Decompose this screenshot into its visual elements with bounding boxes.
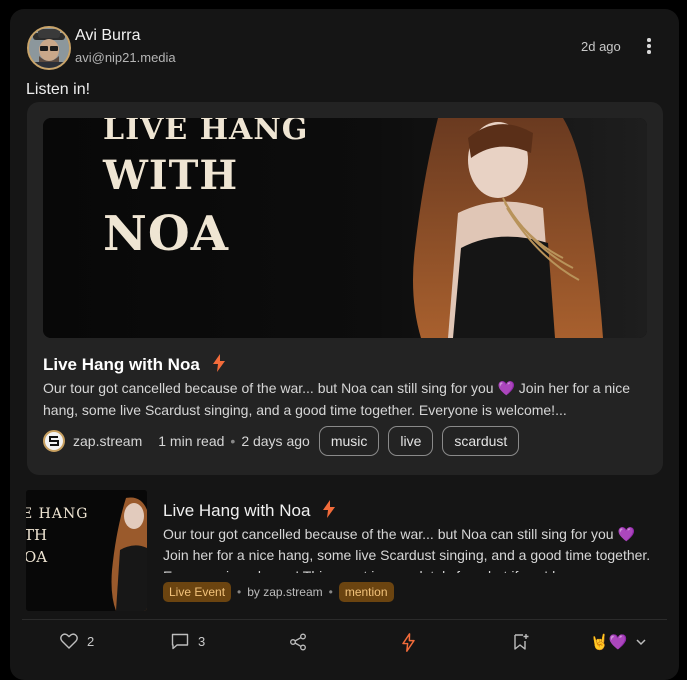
meta-separator-dot: • bbox=[237, 585, 242, 599]
comment-button[interactable]: 3 bbox=[171, 633, 205, 650]
mention-badge: mention bbox=[338, 582, 394, 602]
like-count: 2 bbox=[87, 633, 95, 649]
thumb-text-line-3: OA bbox=[26, 548, 48, 566]
hero-text-line-1: LIVE HANG bbox=[103, 118, 309, 147]
meta-separator-dot: • bbox=[230, 433, 236, 449]
zap-stream-logo-icon bbox=[43, 430, 65, 452]
event-description: Our tour got cancelled because of the wa… bbox=[163, 526, 651, 573]
bookmark-add-icon bbox=[514, 634, 529, 650]
share-icon bbox=[290, 633, 306, 651]
reaction-emojis: 🤘💜 bbox=[590, 634, 628, 651]
comment-icon bbox=[171, 633, 189, 650]
live-event-badge: Live Event bbox=[163, 582, 232, 602]
reactions-button[interactable]: 🤘💜 bbox=[590, 633, 646, 651]
author-avatar[interactable] bbox=[27, 26, 71, 70]
avatar-image bbox=[29, 28, 69, 68]
event-title[interactable]: Live Hang with Noa bbox=[163, 500, 336, 523]
hero-text-line-2: WITH bbox=[103, 152, 239, 199]
share-button[interactable] bbox=[289, 633, 307, 651]
zap-button[interactable] bbox=[402, 633, 415, 652]
embed-source[interactable]: zap.stream bbox=[73, 433, 142, 449]
bookmark-button[interactable] bbox=[513, 633, 530, 651]
embed-title[interactable]: Live Hang with Noa bbox=[43, 354, 225, 377]
comment-count: 3 bbox=[198, 634, 206, 649]
embed-age: 2 days ago bbox=[241, 433, 310, 449]
heart-icon bbox=[60, 633, 78, 649]
more-options-icon[interactable] bbox=[644, 38, 654, 56]
event-title-text: Live Hang with Noa bbox=[163, 500, 311, 520]
zap-icon bbox=[402, 633, 415, 652]
hero-text-line-3: NOA bbox=[103, 206, 229, 262]
thumb-text-line-2: TH bbox=[26, 526, 48, 544]
embed-hero-image: LIVE HANG WITH NOA bbox=[43, 118, 647, 338]
event-thumbnail[interactable]: E HANG TH OA bbox=[26, 490, 147, 611]
post-time[interactable]: 2d ago bbox=[581, 39, 621, 54]
tag-live[interactable]: live bbox=[388, 426, 434, 456]
embed-read-time: 1 min read bbox=[158, 433, 225, 449]
author-name[interactable]: Avi Burra bbox=[75, 27, 141, 45]
tag-scardust[interactable]: scardust bbox=[442, 426, 520, 456]
event-meta-row: Live Event • by zap.stream • mention bbox=[163, 582, 394, 602]
article-embed[interactable]: LIVE HANG WITH NOA Live Hang with Noa Ou… bbox=[27, 102, 663, 475]
author-handle[interactable]: avi@nip21.media bbox=[75, 50, 176, 65]
like-button[interactable]: 2 bbox=[60, 633, 94, 649]
tag-music[interactable]: music bbox=[318, 426, 380, 456]
note-card: Avi Burra avi@nip21.media 2d ago Listen … bbox=[10, 9, 679, 680]
post-body: Listen in! bbox=[26, 81, 91, 98]
zap-bolt-icon bbox=[212, 354, 225, 377]
embed-title-text: Live Hang with Noa bbox=[43, 354, 200, 374]
event-by[interactable]: by zap.stream bbox=[247, 585, 322, 599]
embed-meta-row: zap.stream 1 min read • 2 days ago music… bbox=[43, 425, 520, 457]
embed-description: Our tour got cancelled because of the wa… bbox=[43, 380, 631, 418]
meta-separator-dot: • bbox=[328, 585, 333, 599]
chevron-down-icon bbox=[636, 638, 646, 645]
zap-bolt-icon bbox=[323, 500, 336, 523]
thumb-text-line-1: E HANG bbox=[26, 506, 89, 522]
actions-divider bbox=[22, 619, 667, 620]
